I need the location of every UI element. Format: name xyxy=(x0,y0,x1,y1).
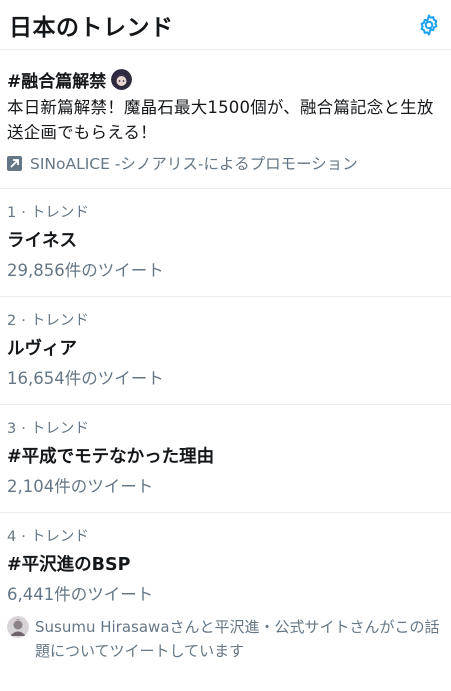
trend-meta: 3 · トレンド xyxy=(7,419,442,439)
trend-name: #平成でモテなかった理由 xyxy=(7,447,215,467)
trend-name: #平沢進のBSP xyxy=(7,555,131,575)
trend-rank: 1 xyxy=(7,205,17,221)
promoted-hashtag[interactable]: #融合篇解禁 xyxy=(7,67,106,92)
trend-separator: · xyxy=(21,529,26,545)
trend-meta: 1 · トレンド xyxy=(7,203,442,223)
promoted-trend[interactable]: #融合篇解禁 本日新篇解禁！魔晶石最大1500個が、融合篇記念と生放送企画でもら… xyxy=(0,50,451,189)
trend-separator: · xyxy=(21,313,26,329)
trend-separator: · xyxy=(21,421,26,437)
trend-item-3[interactable]: 3 · トレンド #平成でモテなかった理由 2,104件のツイート xyxy=(0,405,451,513)
trends-header: 日本のトレンド xyxy=(0,0,451,50)
trend-rank: 3 xyxy=(7,421,17,437)
trend-tweet-count: 16,654件のツイート xyxy=(7,369,164,388)
trend-separator: · xyxy=(21,205,26,221)
trend-context-text: Susumu Hirasawaさんと平沢進・公式サイトさんがこの話題についてツイ… xyxy=(35,618,440,660)
trend-tweet-count: 2,104件のツイート xyxy=(7,477,154,496)
gear-icon[interactable] xyxy=(416,12,442,38)
trend-label: トレンド xyxy=(30,313,89,329)
trend-meta: 2 · トレンド xyxy=(7,311,442,331)
trend-item-4[interactable]: 4 · トレンド #平沢進のBSP 6,441件のツイート Susumu Hiras… xyxy=(0,513,451,676)
trend-label: トレンド xyxy=(30,205,89,221)
context-avatar-icon xyxy=(7,616,29,638)
trend-name: ライネス xyxy=(7,231,77,251)
trend-item-2[interactable]: 2 · トレンド ルヴィア 16,654件のツイート xyxy=(0,297,451,405)
trend-label: トレンド xyxy=(30,529,89,545)
promoted-description: 本日新篇解禁！魔晶石最大1500個が、融合篇記念と生放送企画でもらえる！ xyxy=(7,98,434,142)
promoted-avatar-icon xyxy=(111,69,133,90)
promoted-arrow-icon xyxy=(7,155,22,171)
trend-item-1[interactable]: 1 · トレンド ライネス 29,856件のツイート xyxy=(0,189,451,297)
trend-name: ルヴィア xyxy=(7,339,77,359)
trend-rank: 2 xyxy=(7,313,17,329)
trends-panel: 日本のトレンド #融合篇解禁 本日新篇解禁！魔晶石最大1500個が、融合篇記念と… xyxy=(0,0,451,691)
promoted-by-label[interactable]: SINoALICE -シノアリス-によるプロモーション xyxy=(30,152,358,174)
trend-context: Susumu Hirasawaさんと平沢進・公式サイトさんがこの話題についてツイ… xyxy=(7,615,442,663)
promoted-title-row: #融合篇解禁 xyxy=(7,67,442,92)
trend-tweet-count: 6,441件のツイート xyxy=(7,585,154,604)
trends-title: 日本のトレンド xyxy=(9,14,174,41)
trend-tweet-count: 29,856件のツイート xyxy=(7,261,164,280)
trend-rank: 4 xyxy=(7,529,17,545)
trend-meta: 4 · トレンド xyxy=(7,527,442,547)
promoted-by: SINoALICE -シノアリス-によるプロモーション xyxy=(7,152,442,174)
trend-label: トレンド xyxy=(30,421,89,437)
